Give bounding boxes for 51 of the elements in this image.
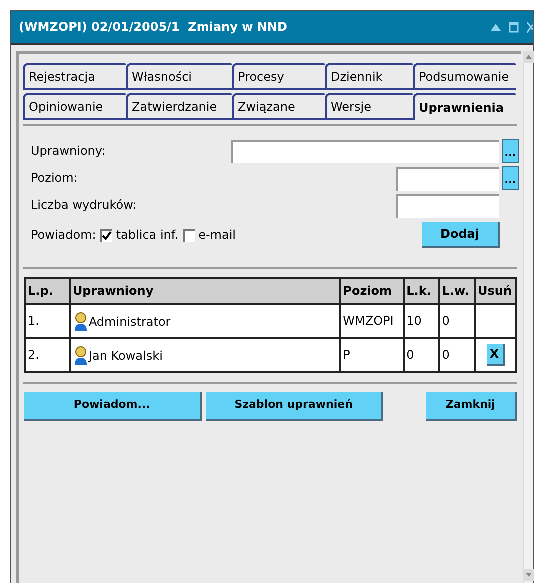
close-icon[interactable] (527, 22, 533, 32)
table-cell: 2. (25, 338, 70, 372)
maximize-icon[interactable] (509, 22, 519, 32)
field-label: Liczba wydruków: (31, 197, 137, 214)
tab[interactable]: Opiniowanie (23, 93, 126, 120)
add-button[interactable]: Dodaj (422, 222, 500, 248)
delete-button[interactable]: X (486, 344, 504, 366)
column-header: Poziom (340, 278, 404, 304)
table-cell: 1. (25, 304, 70, 338)
input-field[interactable] (396, 167, 499, 191)
browse-button[interactable]: ... (502, 139, 519, 163)
checkbox[interactable] (100, 228, 112, 242)
tab[interactable]: Rejestracja (23, 63, 126, 90)
tab[interactable]: Własności (126, 63, 232, 90)
window-title: (WMZOPI) 02/01/2005/1 Zmiany w NND (19, 19, 288, 36)
collapse-icon[interactable] (491, 23, 501, 31)
column-header: L.k. (404, 278, 440, 304)
checkbox-label: e-mail (198, 227, 236, 244)
action-button[interactable]: Powiadom... (24, 392, 202, 421)
table-cell: 0 (439, 304, 476, 338)
column-header: Usuń (475, 278, 516, 304)
table-cell-text: Administrator (88, 314, 171, 330)
table-cell: 10 (404, 304, 440, 338)
browse-button[interactable]: ... (502, 166, 519, 190)
action-button[interactable]: Szablon uprawnień (206, 392, 384, 421)
field-label: Uprawniony: (31, 143, 106, 160)
user-icon (74, 346, 88, 364)
scrollbar[interactable] (523, 51, 533, 583)
checkbox[interactable] (182, 228, 195, 242)
column-header: Uprawniony (70, 278, 340, 304)
tab[interactable]: Uprawnienia (413, 93, 516, 120)
user-icon (74, 312, 88, 330)
tab[interactable]: Zatwierdzanie (126, 93, 232, 120)
checkbox-label: tablica inf. (116, 227, 179, 244)
action-button[interactable]: Zamknij (426, 392, 517, 421)
table-cell: P (340, 338, 404, 372)
column-header: L.w. (439, 278, 476, 304)
column-header: L.p. (25, 278, 70, 304)
tab[interactable]: Dziennik (325, 63, 413, 90)
tab[interactable]: Podsumowanie (413, 63, 516, 90)
input-field[interactable] (231, 140, 499, 163)
table-cell-text: Jan Kowalski (88, 348, 163, 364)
tab[interactable]: Związane (232, 93, 325, 120)
tab[interactable]: Wersje (325, 93, 413, 120)
field-label: Poziom: (31, 170, 78, 187)
table-cell: 0 (404, 338, 440, 372)
input-field[interactable] (396, 194, 499, 218)
table-cell: WMZOPI (340, 304, 404, 338)
field-label: Powiadom: (31, 227, 96, 244)
table-cell: 0 (439, 338, 476, 372)
tab[interactable]: Procesy (232, 63, 325, 90)
